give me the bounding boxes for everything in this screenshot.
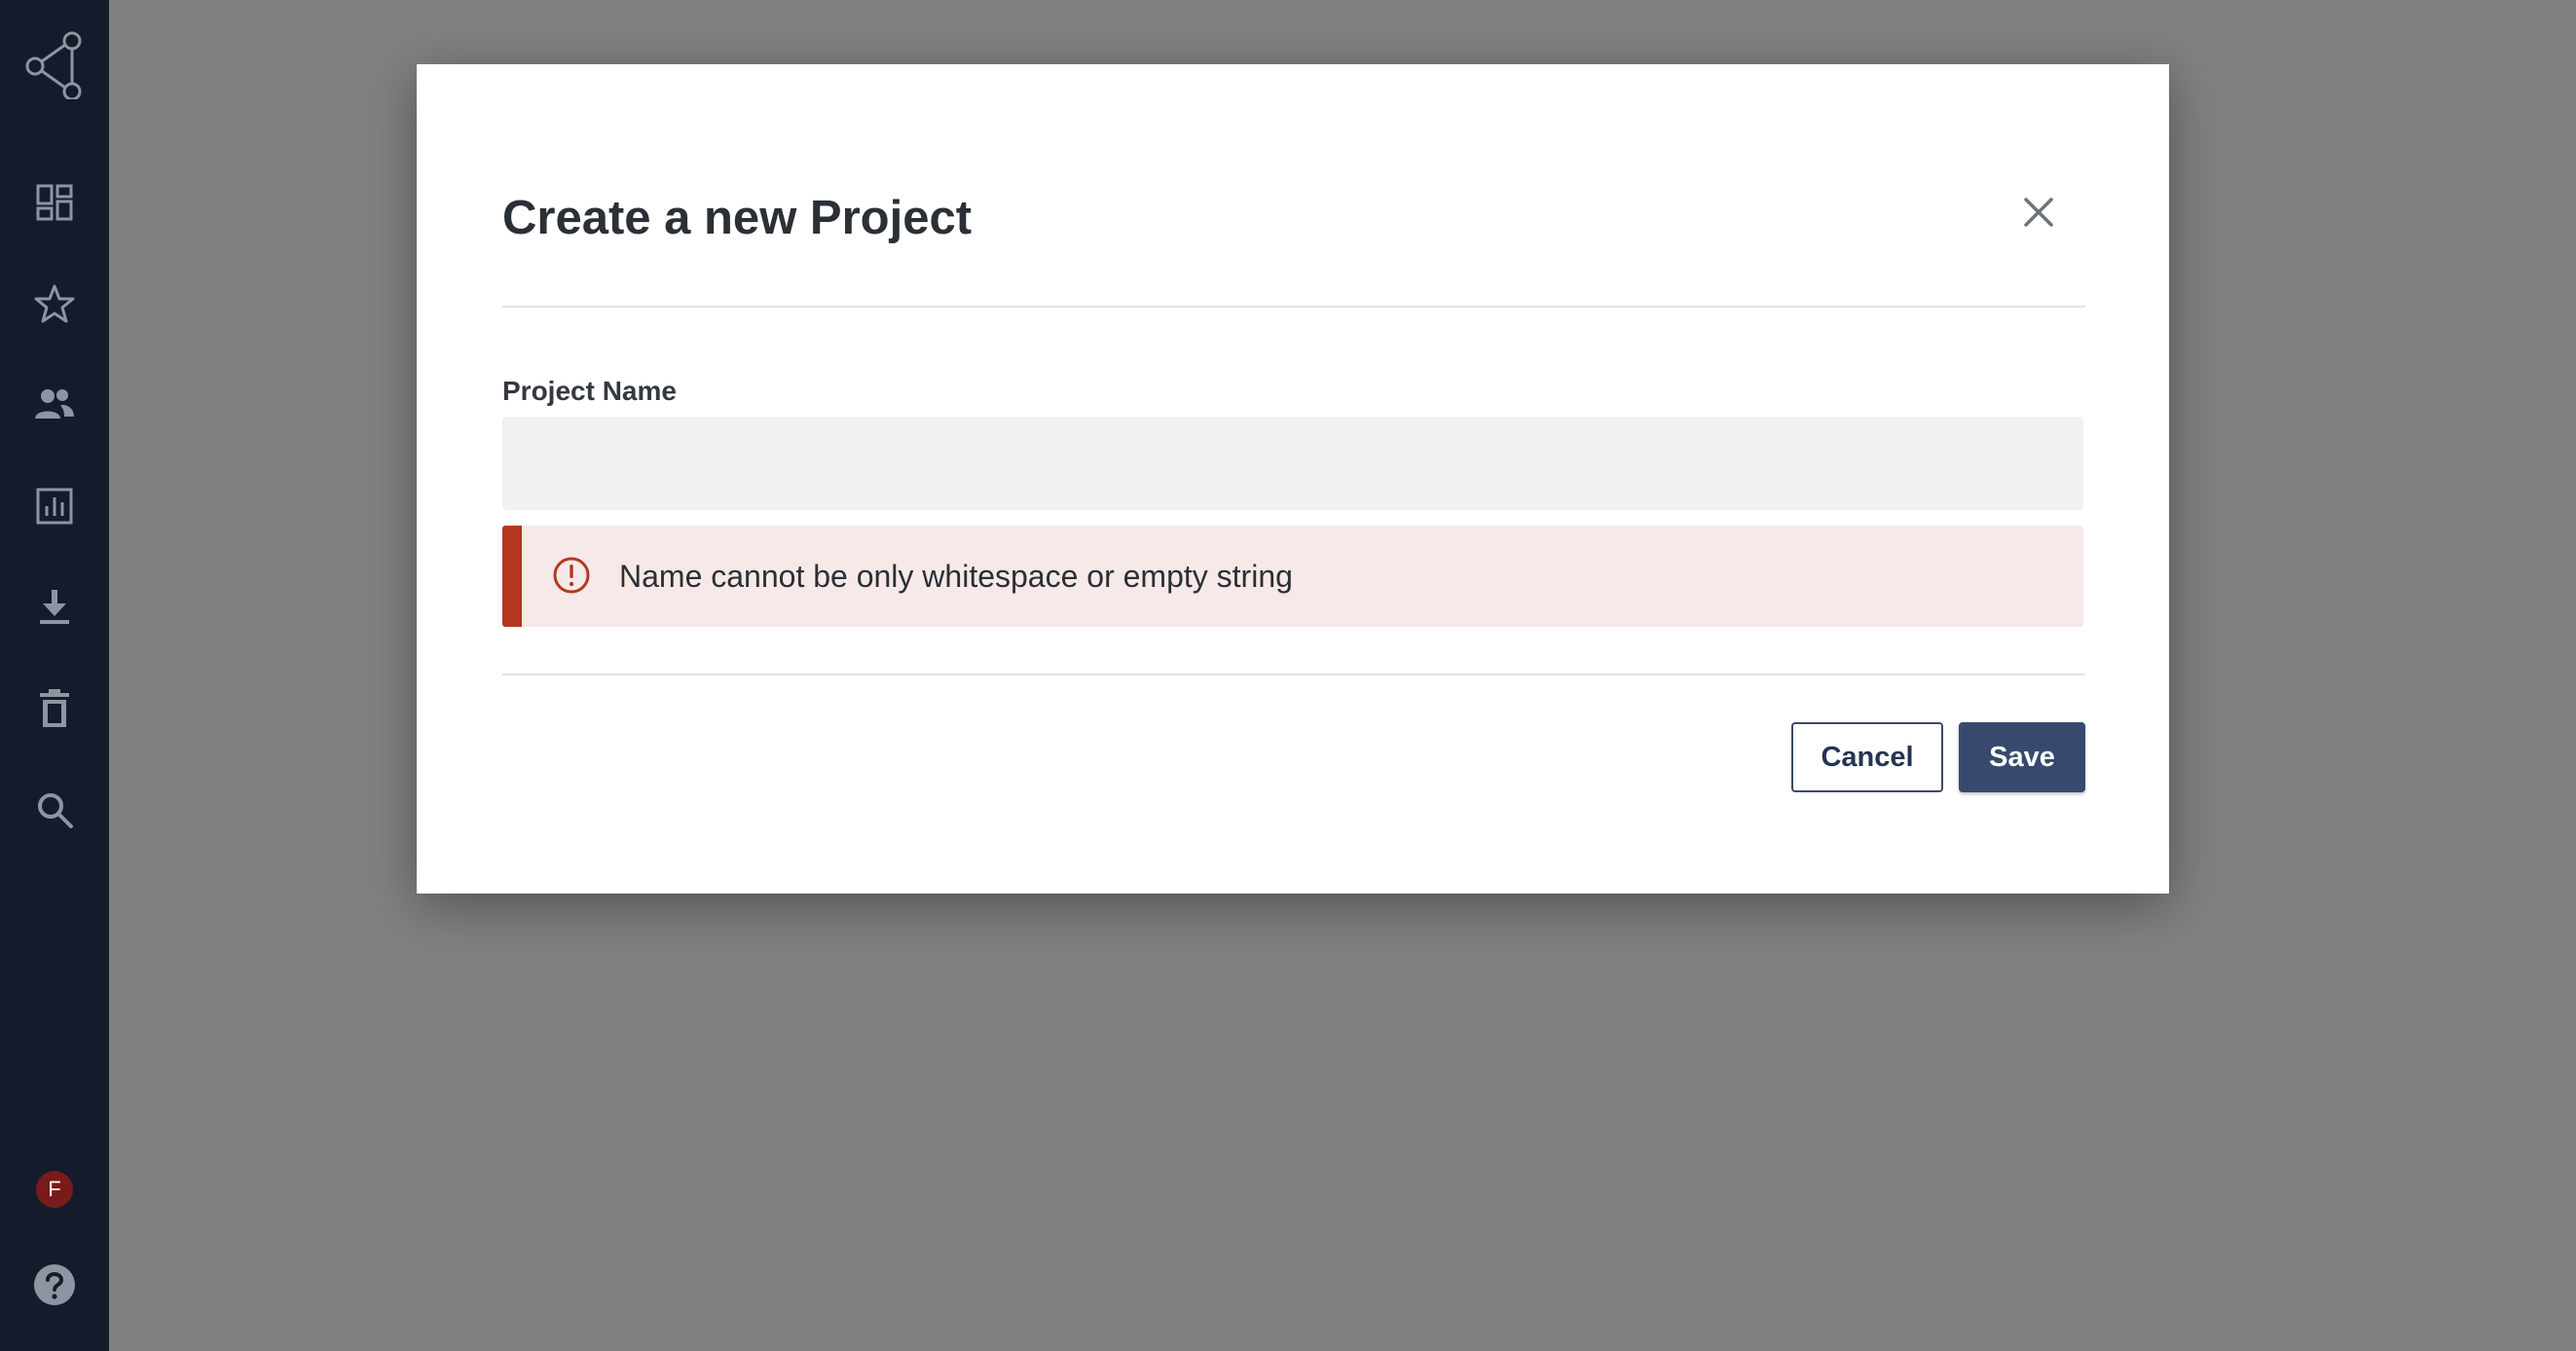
close-button[interactable]: [2011, 187, 2066, 241]
footer-divider: [502, 674, 2085, 676]
create-project-dialog: Create a new Project Project Name Name c…: [417, 64, 2169, 894]
download-icon: [37, 588, 72, 627]
trash-icon: [38, 688, 71, 729]
sidebar: F: [0, 0, 109, 1351]
user-avatar-button[interactable]: F: [0, 1150, 109, 1228]
sidebar-item-favorites[interactable]: [0, 265, 109, 343]
users-icon: [33, 385, 76, 424]
error-accent-bar: [502, 526, 522, 627]
sidebar-item-users[interactable]: [0, 366, 109, 444]
sidebar-item-analytics[interactable]: [0, 467, 109, 545]
dashboard-icon: [35, 183, 74, 222]
bar-chart-icon: [35, 487, 74, 526]
avatar: F: [36, 1171, 73, 1208]
app-logo[interactable]: [0, 25, 109, 105]
close-icon: [2022, 196, 2055, 234]
project-name-label: Project Name: [502, 376, 677, 406]
help-button[interactable]: [0, 1246, 109, 1324]
header-divider: [502, 306, 2085, 308]
error-message-banner: Name cannot be only whitespace or empty …: [502, 526, 2083, 627]
search-icon: [35, 790, 74, 829]
network-logo-icon: [23, 31, 86, 99]
sidebar-item-dashboard[interactable]: [0, 164, 109, 241]
project-name-input[interactable]: [502, 417, 2083, 510]
save-button[interactable]: Save: [1959, 722, 2085, 792]
error-message-text: Name cannot be only whitespace or empty …: [619, 559, 1293, 594]
sidebar-item-downloads[interactable]: [0, 568, 109, 646]
sidebar-item-trash[interactable]: [0, 670, 109, 748]
help-icon: [33, 1263, 76, 1306]
error-icon: [551, 555, 592, 596]
dialog-title: Create a new Project: [502, 192, 973, 244]
star-icon: [34, 283, 75, 324]
sidebar-item-search[interactable]: [0, 771, 109, 849]
cancel-button[interactable]: Cancel: [1791, 722, 1943, 792]
